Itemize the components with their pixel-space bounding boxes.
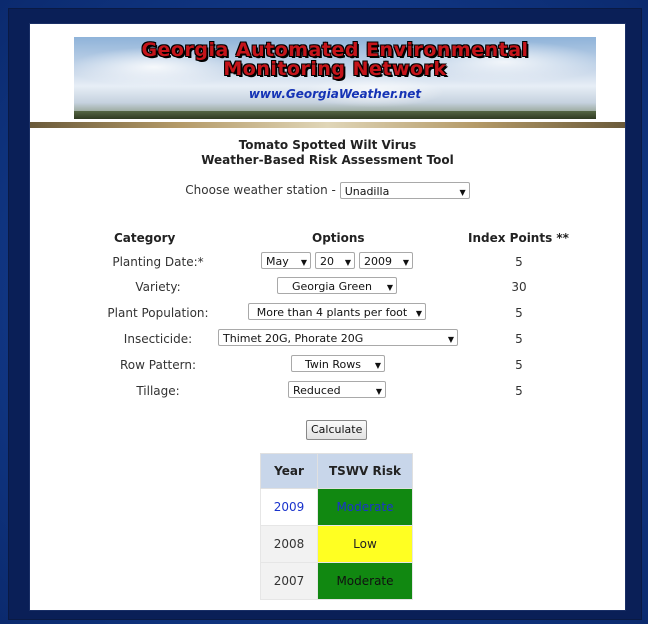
tillage-label: Tillage: xyxy=(136,384,180,398)
station-select-value: Unadilla xyxy=(344,185,390,198)
variety-select-value: Georgia Green xyxy=(292,280,372,293)
row-pattern-select[interactable]: Twin Rows ▼ xyxy=(291,355,385,372)
year-cell[interactable]: 2009 xyxy=(260,488,318,526)
tool-title: Tomato Spotted Wilt Virus Weather-Based … xyxy=(30,138,625,168)
header-category: Category xyxy=(114,231,176,245)
day-select[interactable]: 20 ▼ xyxy=(315,252,355,269)
station-row: Choose weather station - Unadilla ▼ xyxy=(30,182,625,199)
plant-population-select[interactable]: More than 4 plants per foot ▼ xyxy=(248,303,426,320)
station-select[interactable]: Unadilla ▼ xyxy=(339,182,470,199)
chevron-down-icon: ▼ xyxy=(300,258,307,267)
header-options: Options xyxy=(312,231,365,245)
risk-results-table: Year TSWV Risk 2009 Moderate 2008 Low 20… xyxy=(260,453,413,600)
tool-title-line1: Tomato Spotted Wilt Virus xyxy=(238,138,417,152)
tool-title-line2: Weather-Based Risk Assessment Tool xyxy=(201,153,454,167)
header-year: Year xyxy=(260,453,318,489)
plant-population-points: 5 xyxy=(515,306,523,320)
variety-points: 30 xyxy=(511,280,527,294)
banner-title: Georgia Automated Environmental Monitori… xyxy=(74,41,596,79)
banner-title-line2: Monitoring Network xyxy=(223,58,447,80)
chevron-down-icon: ▼ xyxy=(459,188,466,197)
planting-date-label: Planting Date:* xyxy=(112,255,204,269)
tillage-select-value: Reduced xyxy=(293,384,341,397)
page-container: Georgia Automated Environmental Monitori… xyxy=(29,23,626,611)
banner-divider xyxy=(30,122,625,128)
plant-population-label: Plant Population: xyxy=(107,306,209,320)
insecticide-select-value: Thimet 20G, Phorate 20G xyxy=(223,332,364,345)
chevron-down-icon: ▼ xyxy=(374,361,381,370)
row-pattern-points: 5 xyxy=(515,358,523,372)
insecticide-select[interactable]: Thimet 20G, Phorate 20G ▼ xyxy=(218,329,458,346)
year-select-value: 2009 xyxy=(364,255,392,268)
chevron-down-icon: ▼ xyxy=(344,258,351,267)
chevron-down-icon: ▼ xyxy=(375,387,382,396)
station-label: Choose weather station - xyxy=(185,183,336,197)
chevron-down-icon: ▼ xyxy=(402,258,409,267)
chevron-down-icon: ▼ xyxy=(415,309,422,318)
month-select-value: May xyxy=(266,255,289,268)
table-row: 2009 Moderate xyxy=(260,488,413,526)
variety-label: Variety: xyxy=(135,280,181,294)
variety-select[interactable]: Georgia Green ▼ xyxy=(277,277,397,294)
risk-cell: Low xyxy=(317,525,413,563)
table-header-row: Year TSWV Risk xyxy=(260,453,413,489)
table-row: 2007 Moderate xyxy=(260,562,413,600)
chevron-down-icon: ▼ xyxy=(447,335,454,344)
year-cell: 2008 xyxy=(260,525,318,563)
year-select[interactable]: 2009 ▼ xyxy=(359,252,413,269)
year-cell: 2007 xyxy=(260,562,318,600)
header-index-points: Index Points ** xyxy=(468,231,569,245)
planting-date-points: 5 xyxy=(515,255,523,269)
calculate-button[interactable]: Calculate xyxy=(306,420,368,440)
chevron-down-icon: ▼ xyxy=(386,283,393,292)
insecticide-points: 5 xyxy=(515,332,523,346)
plant-population-select-value: More than 4 plants per foot xyxy=(256,306,408,319)
risk-cell: Moderate xyxy=(317,562,413,600)
site-banner[interactable]: Georgia Automated Environmental Monitori… xyxy=(74,37,596,119)
day-select-value: 20 xyxy=(320,255,334,268)
tillage-points: 5 xyxy=(515,384,523,398)
table-row: 2008 Low xyxy=(260,525,413,563)
month-select[interactable]: May ▼ xyxy=(261,252,311,269)
tillage-select[interactable]: Reduced ▼ xyxy=(288,381,386,398)
row-pattern-label: Row Pattern: xyxy=(120,358,196,372)
row-pattern-select-value: Twin Rows xyxy=(304,358,362,371)
ground-strip xyxy=(74,111,596,119)
risk-cell: Moderate xyxy=(317,488,413,526)
header-tswv-risk: TSWV Risk xyxy=(317,453,413,489)
banner-url[interactable]: www.GeorgiaWeather.net xyxy=(74,87,596,101)
